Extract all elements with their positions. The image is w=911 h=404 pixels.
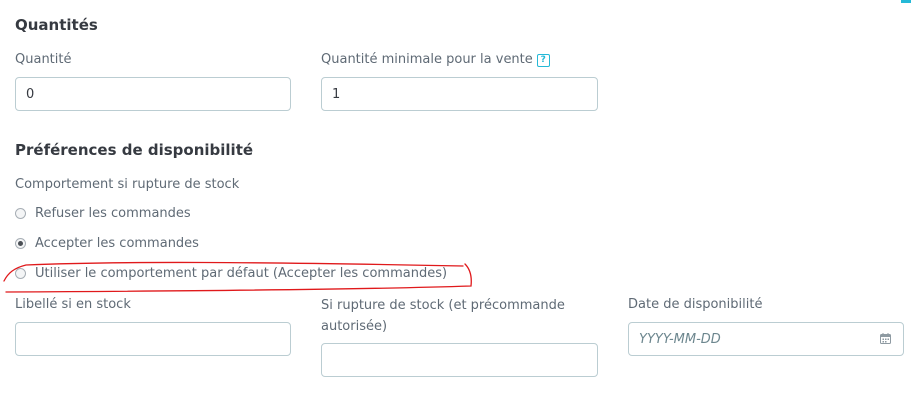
in-stock-input[interactable] <box>15 322 291 356</box>
out-of-stock-label: Si rupture de stock (et précommande auto… <box>321 298 565 334</box>
availability-date-label: Date de disponibilité <box>628 297 763 312</box>
calendar-icon[interactable] <box>880 333 891 344</box>
quantity-input[interactable] <box>15 77 291 111</box>
availability-date-input[interactable] <box>628 322 904 356</box>
availability-section-title: Préférences de disponibilité <box>15 141 254 159</box>
radio-option-label: Accepter les commandes <box>35 235 199 251</box>
min-quantity-input[interactable] <box>321 77 598 111</box>
radio-button[interactable] <box>15 207 26 219</box>
in-stock-label: Libellé si en stock <box>15 297 131 312</box>
quantities-section-title: Quantités <box>15 16 98 34</box>
radio-button-checked[interactable] <box>15 237 26 249</box>
top-right-accent <box>901 0 911 3</box>
quantity-label: Quantité <box>15 52 72 67</box>
radio-option-accept[interactable]: Accepter les commandes <box>15 233 199 253</box>
red-annotation-outline <box>3 261 472 293</box>
radio-option-label: Refuser les commandes <box>35 205 191 221</box>
radio-option-refuse[interactable]: Refuser les commandes <box>15 203 191 223</box>
min-quantity-label-text: Quantité minimale pour la vente <box>321 52 533 67</box>
out-of-stock-input[interactable] <box>321 343 598 377</box>
help-icon[interactable]: ? <box>536 54 550 67</box>
stock-behavior-label: Comportement si rupture de stock <box>15 177 240 192</box>
min-quantity-label: Quantité minimale pour la vente? <box>321 52 550 67</box>
